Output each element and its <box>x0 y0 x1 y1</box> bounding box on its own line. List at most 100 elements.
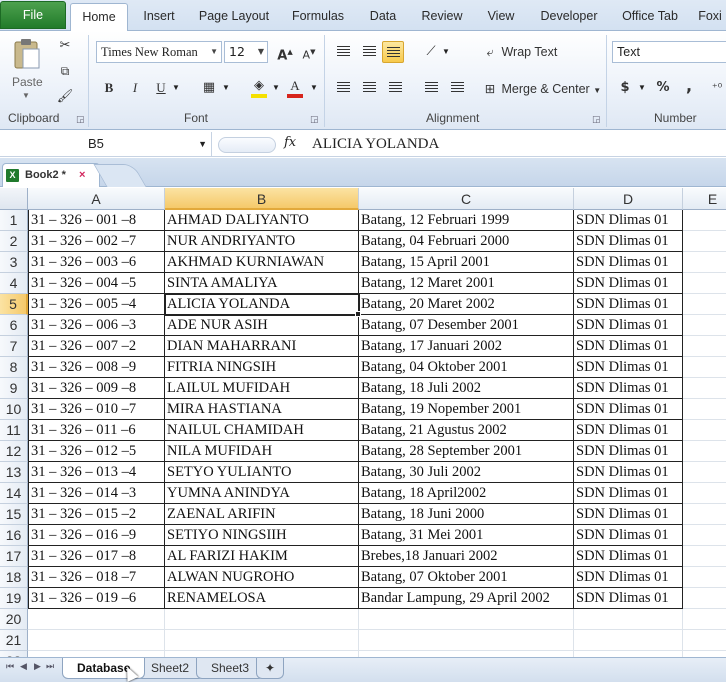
column-header-a[interactable]: A <box>28 188 165 210</box>
paste-icon[interactable] <box>10 37 44 71</box>
cell-b9[interactable]: LAILUL MUFIDAH <box>165 378 359 399</box>
tab-view[interactable]: View <box>478 3 524 31</box>
row-header[interactable]: 20 <box>0 609 28 630</box>
cell-b3[interactable]: AKHMAD KURNIAWAN <box>165 252 359 273</box>
chevron-down-icon[interactable]: ▼ <box>310 83 318 92</box>
cell-c4[interactable]: Batang, 12 Maret 2001 <box>359 273 574 294</box>
row-header[interactable]: 12 <box>0 441 28 462</box>
cell-d20[interactable] <box>574 609 683 630</box>
cell-b2[interactable]: NUR ANDRIYANTO <box>165 231 359 252</box>
cell-b13[interactable]: SETYO YULIANTO <box>165 462 359 483</box>
cell-a13[interactable]: 31 – 326 – 013 –4 <box>28 462 165 483</box>
cell-a15[interactable]: 31 – 326 – 015 –2 <box>28 504 165 525</box>
tab-developer[interactable]: Developer <box>532 3 606 31</box>
cut-icon[interactable]: ✂ <box>54 35 76 57</box>
cell-a7[interactable]: 31 – 326 – 007 –2 <box>28 336 165 357</box>
comma-button[interactable]: , <box>678 75 700 97</box>
cell-d3[interactable]: SDN Dlimas 01 <box>574 252 683 273</box>
cell-e17[interactable] <box>683 546 726 567</box>
copy-icon[interactable]: ⧉ <box>54 60 76 82</box>
row-header[interactable]: 21 <box>0 630 28 651</box>
cell-c12[interactable]: Batang, 28 September 2001 <box>359 441 574 462</box>
currency-button[interactable]: $ <box>614 77 636 99</box>
row-header[interactable]: 6 <box>0 315 28 336</box>
row-header[interactable]: 7 <box>0 336 28 357</box>
tab-home[interactable]: Home <box>70 3 128 32</box>
cell-c11[interactable]: Batang, 21 Agustus 2002 <box>359 420 574 441</box>
row-header[interactable]: 11 <box>0 420 28 441</box>
next-sheet-icon[interactable]: ▶ <box>34 662 41 672</box>
cell-a19[interactable]: 31 – 326 – 019 –6 <box>28 588 165 609</box>
cell-e9[interactable] <box>683 378 726 399</box>
grow-font-icon[interactable]: A▲ <box>274 41 296 63</box>
row-header[interactable]: 14 <box>0 483 28 504</box>
cell-b1[interactable]: AHMAD DALIYANTO <box>165 210 359 231</box>
cell-b5[interactable]: ALICIA YOLANDA <box>164 293 360 316</box>
tab-data[interactable]: Data <box>360 3 406 31</box>
chevron-down-icon[interactable]: ▼ <box>442 47 450 56</box>
row-header[interactable]: 16 <box>0 525 28 546</box>
last-sheet-icon[interactable]: ⏭ <box>46 662 54 672</box>
cell-b19[interactable]: RENAMELOSA <box>165 588 359 609</box>
sheet-tab-sheet2[interactable]: Sheet2 <box>136 658 205 679</box>
font-color-icon[interactable]: A <box>284 75 306 98</box>
formula-content[interactable]: ALICIA YOLANDA <box>312 132 439 156</box>
cell-e12[interactable] <box>683 441 726 462</box>
cell-c18[interactable]: Batang, 07 Oktober 2001 <box>359 567 574 588</box>
cell-d15[interactable]: SDN Dlimas 01 <box>574 504 683 525</box>
cell-a3[interactable]: 31 – 326 – 003 –6 <box>28 252 165 273</box>
cell-c8[interactable]: Batang, 04 Oktober 2001 <box>359 357 574 378</box>
cell-e15[interactable] <box>683 504 726 525</box>
chevron-down-icon[interactable]: ▼ <box>172 83 180 92</box>
row-header[interactable]: 5 <box>0 294 28 315</box>
cell-e1[interactable] <box>683 210 726 231</box>
font-size-combo[interactable]: 12 ▼ <box>224 41 268 63</box>
cell-d13[interactable]: SDN Dlimas 01 <box>574 462 683 483</box>
cell-e4[interactable] <box>683 273 726 294</box>
row-header[interactable]: 9 <box>0 378 28 399</box>
cell-d17[interactable]: SDN Dlimas 01 <box>574 546 683 567</box>
cell-e6[interactable] <box>683 315 726 336</box>
cell-a21[interactable] <box>28 630 165 651</box>
cell-e8[interactable] <box>683 357 726 378</box>
increase-decimal-icon[interactable]: ⁺⁰ <box>706 77 726 99</box>
cell-d18[interactable]: SDN Dlimas 01 <box>574 567 683 588</box>
cell-b11[interactable]: NAILUL CHAMIDAH <box>165 420 359 441</box>
cell-e7[interactable] <box>683 336 726 357</box>
cell-e21[interactable] <box>683 630 726 651</box>
align-bottom-icon[interactable] <box>382 41 404 63</box>
cell-e20[interactable] <box>683 609 726 630</box>
cell-d5[interactable]: SDN Dlimas 01 <box>574 294 683 315</box>
cell-e11[interactable] <box>683 420 726 441</box>
cell-d9[interactable]: SDN Dlimas 01 <box>574 378 683 399</box>
cell-c1[interactable]: Batang, 12 Februari 1999 <box>359 210 574 231</box>
row-header[interactable]: 3 <box>0 252 28 273</box>
cell-a9[interactable]: 31 – 326 – 009 –8 <box>28 378 165 399</box>
cell-b6[interactable]: ADE NUR ASIH <box>165 315 359 336</box>
cell-e3[interactable] <box>683 252 726 273</box>
cell-e2[interactable] <box>683 231 726 252</box>
column-header-b[interactable]: B <box>165 188 359 210</box>
increase-indent-icon[interactable] <box>446 77 468 99</box>
tab-formulas[interactable]: Formulas <box>284 3 352 31</box>
row-header[interactable]: 17 <box>0 546 28 567</box>
merge-center-button[interactable]: ⊞ Merge & Center ▼ <box>482 81 601 96</box>
insert-sheet-icon[interactable]: ✦ <box>256 658 285 679</box>
align-middle-icon[interactable] <box>358 41 380 63</box>
wrap-text-button[interactable]: ⤶ Wrap Text <box>482 45 557 60</box>
cell-c6[interactable]: Batang, 07 Desember 2001 <box>359 315 574 336</box>
cell-a2[interactable]: 31 – 326 – 002 –7 <box>28 231 165 252</box>
cell-b12[interactable]: NILA MUFIDAH <box>165 441 359 462</box>
alignment-launcher-icon[interactable]: ◲ <box>592 115 601 125</box>
cell-d12[interactable]: SDN Dlimas 01 <box>574 441 683 462</box>
cell-c15[interactable]: Batang, 18 Juni 2000 <box>359 504 574 525</box>
font-name-combo[interactable]: Times New Roman ▼ <box>96 41 222 63</box>
name-box[interactable]: B5 ▼ <box>0 132 212 156</box>
cell-c7[interactable]: Batang, 17 Januari 2002 <box>359 336 574 357</box>
decrease-indent-icon[interactable] <box>420 77 442 99</box>
cell-d16[interactable]: SDN Dlimas 01 <box>574 525 683 546</box>
cell-e13[interactable] <box>683 462 726 483</box>
chevron-down-icon[interactable]: ▼ <box>638 83 646 92</box>
row-header[interactable]: 8 <box>0 357 28 378</box>
align-center-icon[interactable] <box>358 77 380 99</box>
